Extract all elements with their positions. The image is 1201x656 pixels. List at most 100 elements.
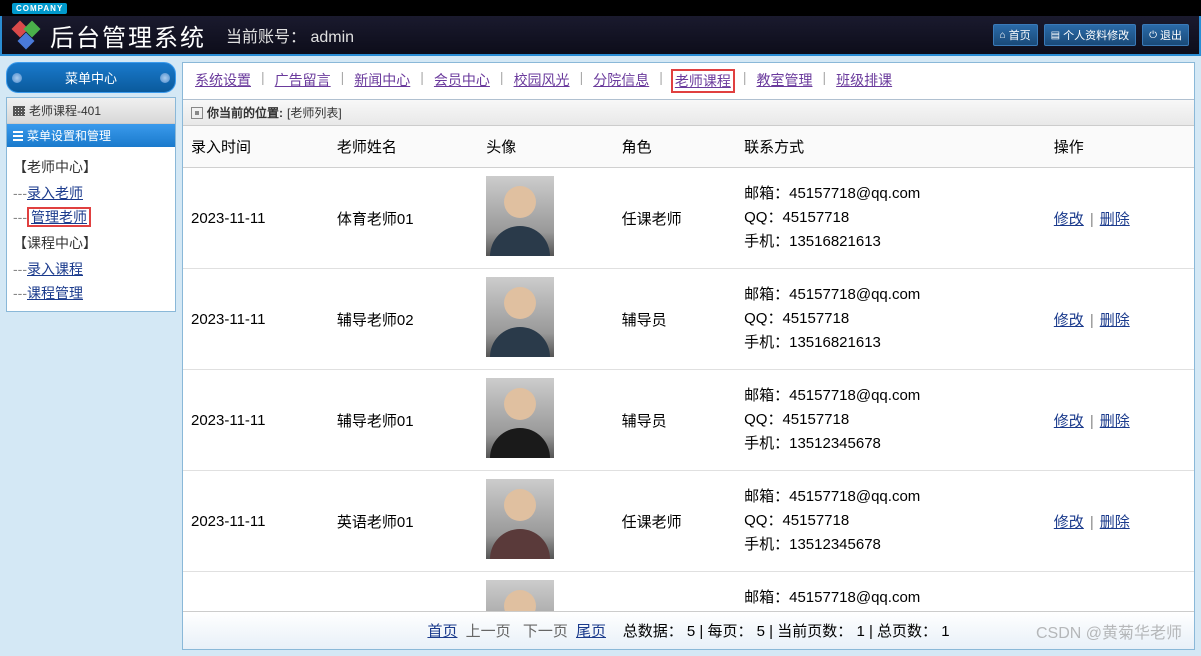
list-icon <box>13 131 23 141</box>
company-badge: COMPANY <box>12 3 67 14</box>
pager-prev[interactable]: 上一页 <box>466 623 511 640</box>
nav-sep: | <box>659 69 663 93</box>
table-header-cell: 头像 <box>478 126 613 168</box>
avatar <box>486 176 554 256</box>
contact-line: 邮箱：45157718@qq.com <box>744 182 1038 206</box>
contact-line: QQ：45157718 <box>744 307 1038 331</box>
main-wrap: 菜单中心 老师课程-401 菜单设置和管理 【老师中心】---录入老师---管理… <box>0 56 1201 656</box>
edit-link[interactable]: 修改 <box>1054 413 1084 430</box>
menu-link[interactable]: 管理老师 <box>27 207 91 227</box>
table-header-row: 录入时间老师姓名头像角色联系方式操作 <box>183 126 1194 168</box>
pager-first[interactable]: 首页 <box>427 623 457 640</box>
delete-link[interactable]: 删除 <box>1100 413 1130 430</box>
location-icon <box>191 107 203 119</box>
profile-button[interactable]: ▤ 个人资料修改 <box>1044 24 1136 46</box>
contact-line: 邮箱：45157718@qq.com <box>744 586 1038 610</box>
account-name: admin <box>310 29 354 46</box>
cell-contact: 邮箱：45157718@qq.comQQ：45157718手机：13512345… <box>736 370 1046 471</box>
table-header-cell: 角色 <box>614 126 737 168</box>
delete-link[interactable]: 删除 <box>1100 514 1130 531</box>
menu-item: ---课程管理 <box>13 281 169 305</box>
pager-total: 5 <box>687 623 695 640</box>
delete-link[interactable]: 删除 <box>1100 312 1130 329</box>
account-label: 当前账号： <box>226 29 306 46</box>
menu-group-title: 【课程中心】 <box>13 229 169 257</box>
logout-button-label: 退出 <box>1160 27 1182 43</box>
table-header-cell: 老师姓名 <box>329 126 478 168</box>
cell-contact: 邮箱：45157718@qq.comQQ：45157718手机：13516821… <box>736 168 1046 269</box>
cell-name: 体育老师01 <box>329 168 478 269</box>
contact-line: 手机：13516821613 <box>744 230 1038 254</box>
top-nav-link[interactable]: 系统设置 <box>193 69 253 93</box>
op-sep: | <box>1090 413 1094 430</box>
cell-ops: 修改 | 删除 <box>1046 168 1194 269</box>
top-nav-link[interactable]: 教室管理 <box>754 69 814 93</box>
pager-next[interactable]: 下一页 <box>523 623 568 640</box>
cell-date: 2023-11-11 <box>183 269 329 370</box>
menu-link[interactable]: 录入课程 <box>27 261 83 277</box>
delete-link[interactable]: 删除 <box>1100 211 1130 228</box>
account-info: 当前账号： admin <box>226 23 354 47</box>
top-nav-link[interactable]: 新闻中心 <box>352 69 412 93</box>
home-button[interactable]: ⌂ 首页 <box>993 24 1038 46</box>
sidebar-breadcrumb: 老师课程-401 <box>7 98 175 124</box>
top-bar: COMPANY <box>0 0 1201 16</box>
cell-ops: 修改|删除 <box>1046 471 1194 572</box>
cell-avatar <box>478 168 613 269</box>
header: 后台管理系统 当前账号： admin ⌂ 首页 ▤ 个人资料修改 ⏻ 退出 <box>0 16 1201 56</box>
edit-link[interactable]: 修改 <box>1054 514 1084 531</box>
menu-body: 【老师中心】---录入老师---管理老师【课程中心】---录入课程---课程管理 <box>7 147 175 311</box>
sidebar: 菜单中心 老师课程-401 菜单设置和管理 【老师中心】---录入老师---管理… <box>6 62 176 650</box>
cell-role: 任课老师 <box>614 471 737 572</box>
table-scroll[interactable]: 录入时间老师姓名头像角色联系方式操作 2023-11-11体育老师01任课老师邮… <box>183 126 1194 611</box>
top-nav: 系统设置|广告留言|新闻中心|会员中心|校园风光|分院信息|老师课程|教室管理|… <box>183 63 1194 100</box>
top-nav-link[interactable]: 会员中心 <box>432 69 492 93</box>
pager-totalpage: 1 <box>941 623 949 640</box>
edit-link[interactable]: 修改 <box>1054 211 1084 228</box>
menu-item: ---录入老师 <box>13 181 169 205</box>
menu-link[interactable]: 录入老师 <box>27 185 83 201</box>
op-sep: | <box>1090 211 1094 228</box>
menu-link[interactable]: 课程管理 <box>27 285 83 301</box>
top-nav-link[interactable]: 广告留言 <box>273 69 333 93</box>
content: 系统设置|广告留言|新闻中心|会员中心|校园风光|分院信息|老师课程|教室管理|… <box>182 62 1195 650</box>
contact-line: 手机：13512345678 <box>744 533 1038 557</box>
avatar <box>486 277 554 357</box>
location-label: 你当前的位置: <box>207 104 283 121</box>
sidebar-section-title: 菜单设置和管理 <box>27 127 111 144</box>
nav-sep: | <box>500 69 504 93</box>
op-sep: | <box>1090 312 1094 329</box>
home-icon: ⌂ <box>1000 30 1006 41</box>
menu-item: ---录入课程 <box>13 257 169 281</box>
teacher-table: 录入时间老师姓名头像角色联系方式操作 2023-11-11体育老师01任课老师邮… <box>183 126 1194 611</box>
contact-line: 邮箱：45157718@qq.com <box>744 384 1038 408</box>
sidebar-title: 菜单中心 <box>6 62 176 93</box>
sidebar-breadcrumb-text: 老师课程-401 <box>29 102 101 119</box>
pager-last[interactable]: 尾页 <box>576 623 606 640</box>
logout-button[interactable]: ⏻ 退出 <box>1142 24 1189 46</box>
top-nav-link[interactable]: 班级排课 <box>834 69 894 93</box>
contact-line: QQ：45157718 <box>744 408 1038 432</box>
contact-line: 手机：13516821613 <box>744 331 1038 355</box>
header-right: ⌂ 首页 ▤ 个人资料修改 ⏻ 退出 <box>993 24 1189 46</box>
sidebar-section-header: 菜单设置和管理 <box>7 124 175 147</box>
cell-name: 高数老师01 <box>329 572 478 612</box>
cell-avatar <box>478 269 613 370</box>
top-nav-link[interactable]: 分院信息 <box>591 69 651 93</box>
avatar <box>486 580 554 611</box>
grid-icon <box>13 106 25 116</box>
top-nav-link[interactable]: 校园风光 <box>512 69 572 93</box>
avatar <box>486 378 554 458</box>
contact-line: QQ：45157718 <box>744 509 1038 533</box>
contact-line: 手机：13512345678 <box>744 432 1038 456</box>
top-nav-link[interactable]: 老师课程 <box>671 69 735 93</box>
cell-name: 英语老师01 <box>329 471 478 572</box>
profile-icon: ▤ <box>1051 30 1060 41</box>
pager-per: 5 <box>757 623 765 640</box>
logout-icon: ⏻ <box>1149 30 1157 41</box>
table-header-cell: 联系方式 <box>736 126 1046 168</box>
cell-ops: 修改 | 删除 <box>1046 370 1194 471</box>
sep: | <box>869 623 877 640</box>
edit-link[interactable]: 修改 <box>1054 312 1084 329</box>
cell-avatar <box>478 370 613 471</box>
